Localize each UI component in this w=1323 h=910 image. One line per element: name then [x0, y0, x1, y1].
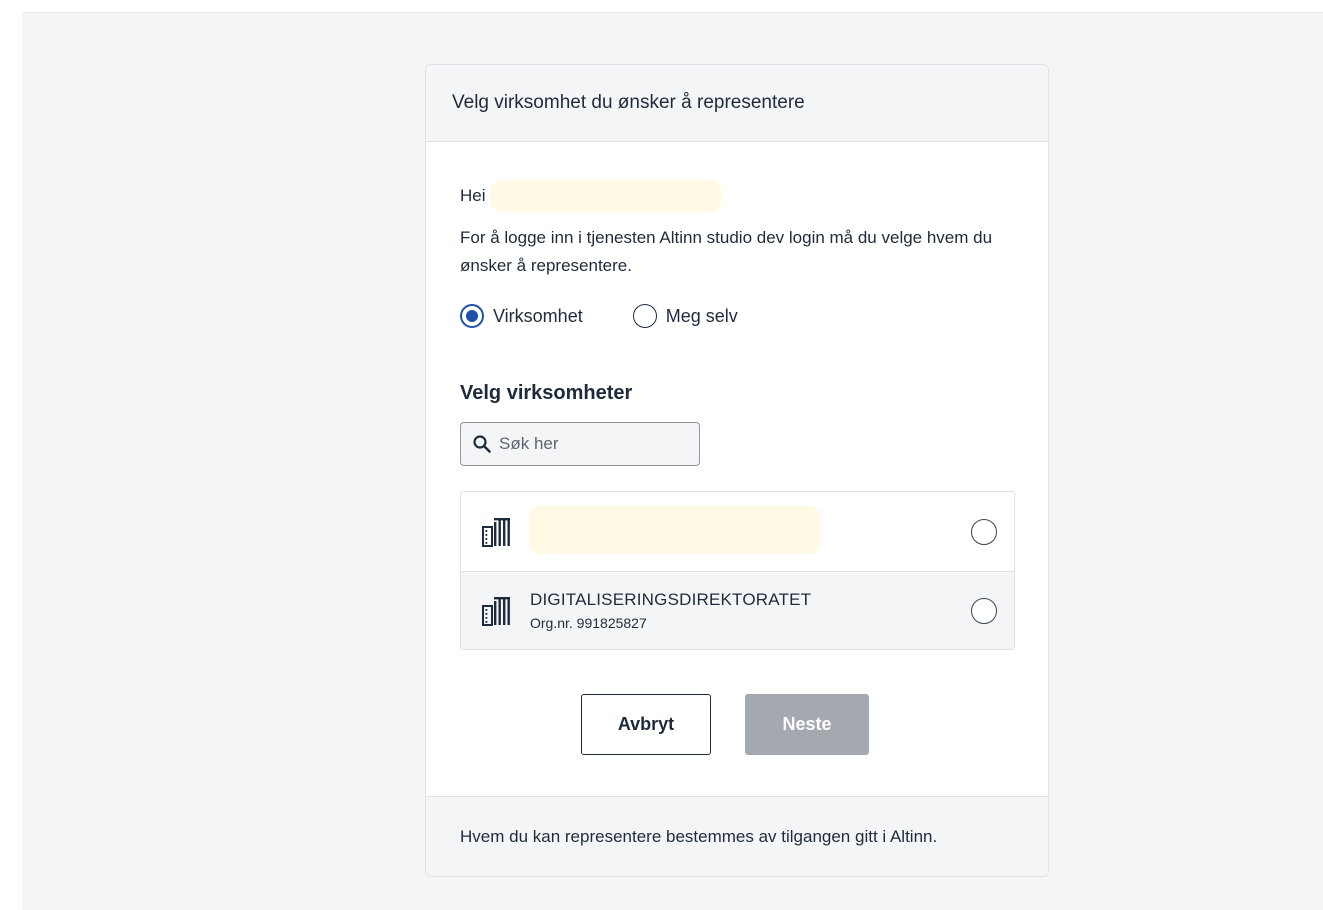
org-name-redacted — [529, 506, 820, 554]
dialog-title: Velg virksomhet du ønsker å representere — [452, 92, 805, 113]
greeting: Hei — [460, 180, 722, 212]
intro-text: For å logge inn i tjenesten Altinn studi… — [460, 228, 993, 275]
action-buttons: Avbryt Neste — [581, 694, 869, 755]
building-icon — [482, 596, 510, 626]
user-name-redacted — [489, 180, 722, 212]
radio-label-meg-selv: Meg selv — [665, 305, 738, 326]
representation-dialog: Velg virksomhet du ønsker å representere… — [425, 64, 1049, 877]
radio-option-meg-selv[interactable]: Meg selv — [632, 304, 738, 328]
org-radio-button[interactable] — [971, 518, 997, 545]
org-radio-button[interactable] — [971, 597, 997, 624]
org-number: Org.nr. 991825827 — [530, 615, 647, 631]
org-list-item[interactable]: DIGITALISERINGSDIREKTORATET Org.nr. 9918… — [461, 571, 1014, 649]
org-section-title: Velg virksomheter — [460, 382, 633, 404]
org-list-item[interactable] — [461, 492, 1014, 571]
radio-button-unselected[interactable] — [632, 304, 657, 328]
organization-list: DIGITALISERINGSDIREKTORATET Org.nr. 9918… — [460, 491, 1015, 650]
building-icon — [482, 517, 510, 547]
greeting-label: Hei — [460, 186, 486, 205]
org-search-box[interactable] — [460, 422, 700, 466]
dialog-footer: Hvem du kan representere bestemmes av ti… — [426, 796, 1048, 876]
search-icon — [473, 435, 491, 453]
org-search-input[interactable] — [497, 433, 681, 455]
footer-text: Hvem du kan representere bestemmes av ti… — [460, 826, 938, 846]
radio-option-virksomhet[interactable]: Virksomhet — [460, 304, 583, 328]
radio-label-virksomhet: Virksomhet — [493, 305, 583, 326]
dialog-header: Velg virksomhet du ønsker å representere — [426, 65, 1048, 142]
next-button[interactable]: Neste — [745, 694, 869, 755]
radio-button-selected[interactable] — [460, 304, 484, 328]
org-info: DIGITALISERINGSDIREKTORATET Org.nr. 9918… — [530, 590, 811, 631]
org-name: DIGITALISERINGSDIREKTORATET — [530, 590, 812, 609]
represent-type-radio-group: Virksomhet Meg selv — [460, 304, 738, 328]
dialog-body: Hei For å logge inn i tjenesten Altinn s… — [426, 142, 1048, 798]
cancel-button[interactable]: Avbryt — [581, 694, 711, 755]
